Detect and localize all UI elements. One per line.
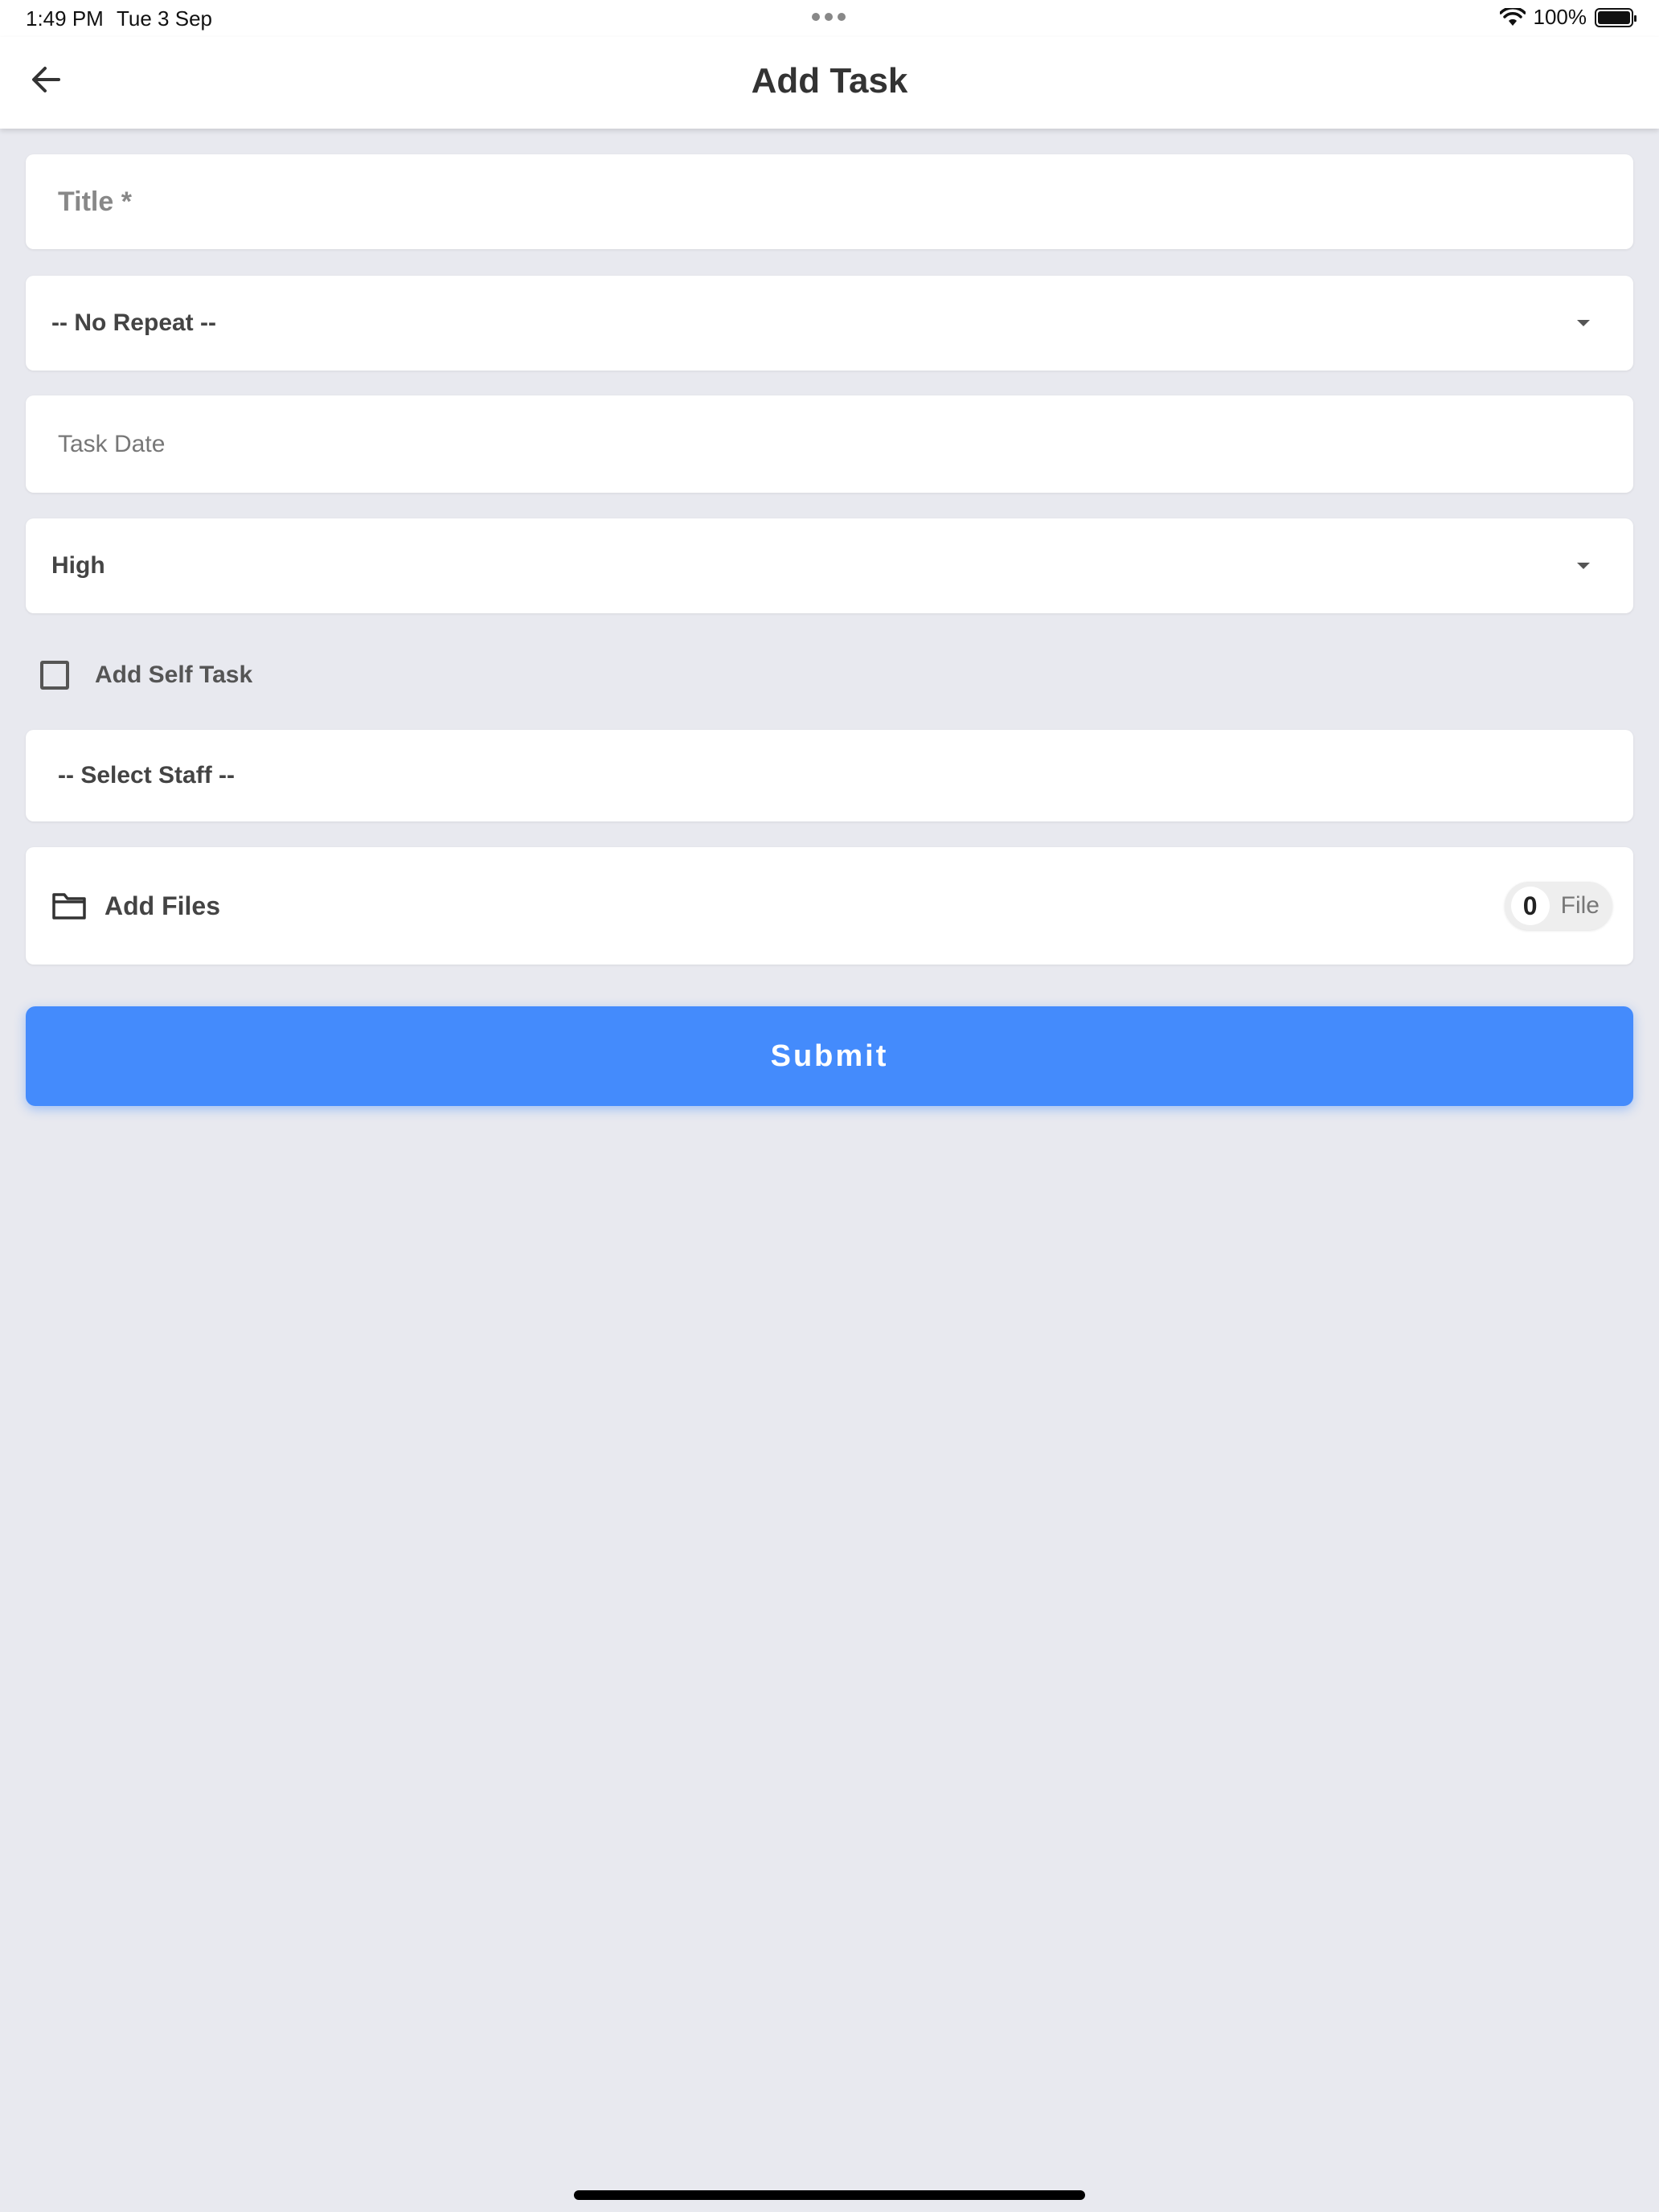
self-task-checkbox[interactable] (40, 661, 69, 690)
priority-select-value: High (51, 552, 105, 579)
status-bar: 1:49 PM Tue 3 Sep 100% (0, 0, 1659, 37)
page-title: Add Task (751, 61, 908, 100)
title-input[interactable] (26, 154, 1633, 249)
title-field-card (26, 154, 1633, 249)
repeat-select[interactable]: -- No Repeat -- (26, 276, 1633, 371)
battery-icon (1595, 7, 1636, 27)
status-time: 1:49 PM (26, 6, 104, 31)
task-date-card (26, 395, 1633, 493)
wifi-icon (1499, 7, 1526, 26)
file-count-badge: 0 File (1504, 882, 1612, 930)
folder-icon (52, 893, 86, 920)
home-indicator[interactable] (574, 2190, 1085, 2200)
add-files-card[interactable]: Add Files 0 File (26, 847, 1633, 965)
status-indicators: 100% (1499, 5, 1636, 30)
file-count-label: File (1560, 892, 1600, 919)
app-header: Add Task (0, 37, 1659, 129)
select-staff-placeholder: -- Select Staff -- (58, 762, 236, 789)
self-task-row[interactable]: Add Self Task (40, 661, 252, 690)
submit-button[interactable]: Submit (26, 1006, 1633, 1106)
task-date-input[interactable] (26, 395, 1633, 493)
caret-down-icon (1577, 320, 1590, 326)
select-staff-field[interactable]: -- Select Staff -- (26, 730, 1633, 821)
battery-percent: 100% (1533, 5, 1587, 29)
repeat-select-value: -- No Repeat -- (51, 309, 216, 336)
priority-select[interactable]: High (26, 518, 1633, 613)
multitasking-dots-icon[interactable] (812, 13, 846, 21)
self-task-label[interactable]: Add Self Task (95, 662, 252, 689)
caret-down-icon (1577, 563, 1590, 569)
add-files-label: Add Files (104, 891, 221, 920)
file-count-number: 0 (1510, 887, 1550, 925)
status-date: Tue 3 Sep (117, 6, 213, 31)
